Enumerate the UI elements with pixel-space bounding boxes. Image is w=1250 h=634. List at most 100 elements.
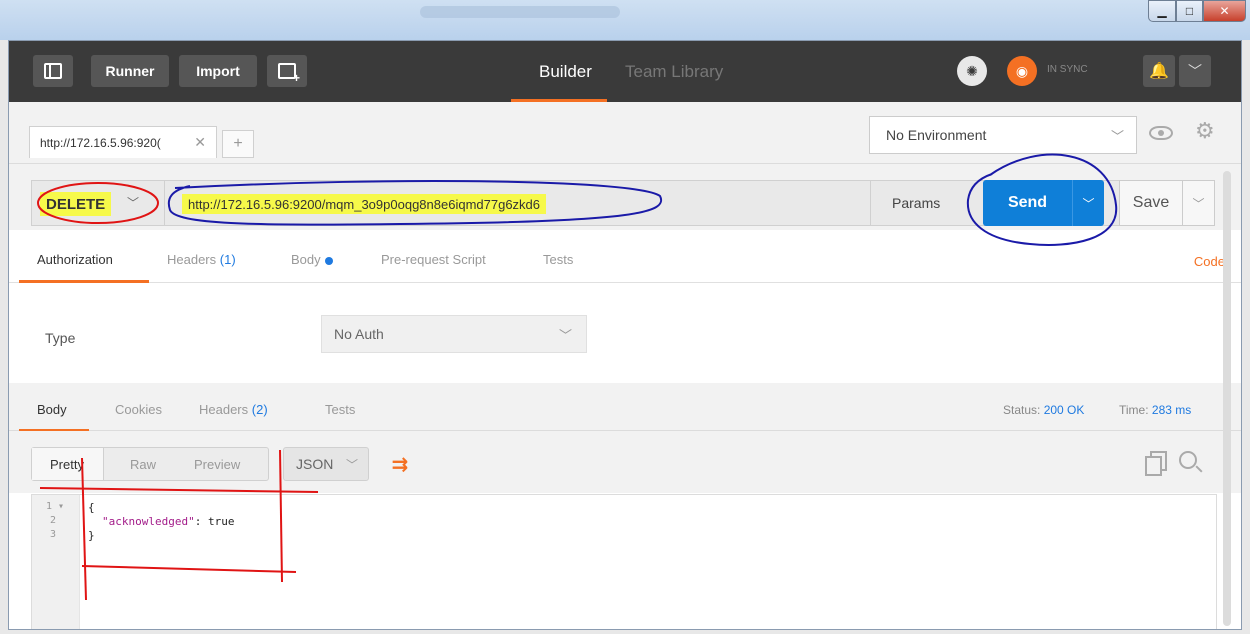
- sync-icon: ◉: [1015, 62, 1029, 79]
- sidebar-toggle-icon: [44, 63, 62, 79]
- time-value: 283 ms: [1151, 403, 1192, 417]
- code-line: }: [88, 529, 95, 542]
- status-value: 200 OK: [1043, 403, 1085, 417]
- chevron-down-icon: ﹀: [1188, 63, 1202, 79]
- view-mode-segmented: Pretty Raw Preview: [31, 447, 269, 481]
- tab-body-label: Body: [291, 252, 321, 267]
- response-body-editor[interactable]: 1 ▾ 2 3 { "acknowledged": true }: [31, 494, 1217, 629]
- sync-status-label: IN SYNC: [1047, 64, 1088, 75]
- send-button[interactable]: Send: [983, 180, 1072, 226]
- pretty-button[interactable]: Pretty: [50, 457, 84, 472]
- response-toolbar: Pretty Raw Preview JSON ﹀ ⇉: [9, 431, 1241, 493]
- code-line: "acknowledged": true: [102, 515, 234, 528]
- code-link[interactable]: Code: [1194, 254, 1225, 269]
- interceptor-button[interactable]: ✺: [957, 56, 987, 86]
- format-value: JSON: [296, 456, 334, 472]
- tab-response-headers[interactable]: Headers (2): [199, 402, 268, 417]
- eye-icon[interactable]: [1149, 126, 1173, 140]
- window-titlebar: ▁ □ ✕: [0, 0, 1250, 40]
- maximize-button[interactable]: □: [1176, 0, 1203, 22]
- vertical-scrollbar[interactable]: [1223, 171, 1231, 626]
- tab-headers-label: Headers: [167, 252, 217, 267]
- chevron-down-icon: ﹀: [1110, 129, 1124, 144]
- line-number: 1 ▾: [46, 501, 65, 512]
- settings-menu-button[interactable]: ﹀: [1179, 55, 1211, 87]
- body-indicator-dot: [324, 256, 333, 265]
- top-toolbar: Runner Import Builder Team Library ✺ ◉ I…: [9, 41, 1241, 102]
- auth-type-value: No Auth: [334, 326, 384, 342]
- line-number: 2: [50, 515, 57, 526]
- environment-value: No Environment: [886, 127, 987, 143]
- tab-builder[interactable]: Builder: [539, 41, 592, 102]
- request-section-tabs: Authorization Headers (1) Body Pre-reque…: [9, 230, 1241, 283]
- divider: [870, 181, 871, 225]
- tab-cookies[interactable]: Cookies: [115, 402, 162, 417]
- tab-authorization[interactable]: Authorization: [37, 252, 113, 267]
- tab-headers[interactable]: Headers (1): [167, 252, 236, 267]
- line-number: 3: [50, 529, 57, 540]
- chevron-down-icon: ﹀: [1192, 196, 1205, 211]
- tab-response-body[interactable]: Body: [37, 402, 67, 417]
- satellite-icon: ✺: [966, 62, 978, 79]
- sync-button[interactable]: ◉: [1007, 56, 1037, 86]
- add-tab-button[interactable]: +: [222, 130, 254, 158]
- line-number-gutter: 1 ▾ 2 3: [32, 495, 80, 629]
- tab-tests[interactable]: Tests: [543, 252, 573, 267]
- request-tabs-row: http://172.16.5.96:920( ✕ + No Environme…: [9, 102, 1241, 164]
- minimize-button[interactable]: ▁: [1148, 0, 1176, 22]
- send-options-button[interactable]: ﹀: [1072, 180, 1104, 226]
- url-bar: DELETE ﹀ http://172.16.5.96:9200/mqm_3o9…: [31, 180, 1121, 226]
- new-window-button[interactable]: [267, 55, 307, 87]
- save-button[interactable]: Save: [1119, 180, 1183, 226]
- postman-app: Runner Import Builder Team Library ✺ ◉ I…: [8, 40, 1242, 630]
- auth-type-label: Type: [45, 330, 76, 346]
- search-icon[interactable]: [1179, 451, 1197, 469]
- notifications-button[interactable]: 🔔: [1143, 55, 1175, 87]
- status-readout: Status: 200 OK: [1003, 403, 1084, 417]
- headers-count: (1): [219, 252, 236, 267]
- window-title-blurred: [420, 6, 620, 18]
- format-select[interactable]: JSON ﹀: [283, 447, 369, 481]
- url-row: DELETE ﹀ http://172.16.5.96:9200/mqm_3o9…: [9, 164, 1241, 230]
- close-window-button[interactable]: ✕: [1203, 0, 1246, 22]
- close-tab-icon[interactable]: ✕: [194, 134, 206, 151]
- time-readout: Time: 283 ms: [1119, 403, 1191, 417]
- chevron-down-icon: ﹀: [345, 458, 358, 472]
- chevron-down-icon: ﹀: [1082, 196, 1095, 211]
- copy-icon[interactable]: [1145, 451, 1167, 476]
- import-button[interactable]: Import: [179, 55, 257, 87]
- bell-icon: 🔔: [1149, 63, 1169, 80]
- chevron-down-icon: ﹀: [558, 328, 572, 343]
- time-label: Time:: [1119, 403, 1149, 417]
- app-window: ▁ □ ✕ Runner Import Builder Team Library…: [0, 0, 1250, 634]
- environment-select[interactable]: No Environment ﹀: [869, 116, 1137, 154]
- tab-response-tests[interactable]: Tests: [325, 402, 355, 417]
- chevron-down-icon: ﹀: [127, 196, 140, 210]
- url-input[interactable]: http://172.16.5.96:9200/mqm_3o9p0oqg8n8e…: [182, 194, 547, 214]
- request-tab-label: http://172.16.5.96:920(: [40, 135, 161, 150]
- response-headers-count: (2): [251, 402, 268, 417]
- divider: [164, 181, 165, 225]
- authorization-panel: Type No Auth ﹀: [9, 283, 1241, 383]
- code-line: {: [88, 501, 95, 514]
- auth-type-select[interactable]: No Auth ﹀: [321, 315, 587, 353]
- json-value: : true: [194, 515, 235, 528]
- response-tabs: Body Cookies Headers (2) Tests Status: 2…: [9, 383, 1241, 432]
- sidebar-toggle-button[interactable]: [33, 55, 73, 87]
- status-label: Status:: [1003, 403, 1041, 417]
- preview-button[interactable]: Preview: [194, 457, 240, 472]
- tab-team-library[interactable]: Team Library: [625, 41, 723, 102]
- runner-button[interactable]: Runner: [91, 55, 169, 87]
- wrap-lines-icon[interactable]: ⇉: [385, 449, 415, 479]
- tab-pre-request-script[interactable]: Pre-request Script: [381, 252, 486, 267]
- new-window-icon: [278, 63, 300, 85]
- gear-icon[interactable]: ⚙: [1195, 118, 1215, 144]
- tab-body[interactable]: Body: [291, 252, 333, 267]
- request-tab[interactable]: http://172.16.5.96:920( ✕: [29, 126, 217, 158]
- params-button[interactable]: Params: [892, 195, 940, 211]
- method-select[interactable]: DELETE: [40, 192, 112, 216]
- json-key: "acknowledged": [102, 515, 195, 528]
- save-options-button[interactable]: ﹀: [1183, 180, 1215, 226]
- tab-response-headers-label: Headers: [199, 402, 249, 417]
- raw-button[interactable]: Raw: [130, 457, 156, 472]
